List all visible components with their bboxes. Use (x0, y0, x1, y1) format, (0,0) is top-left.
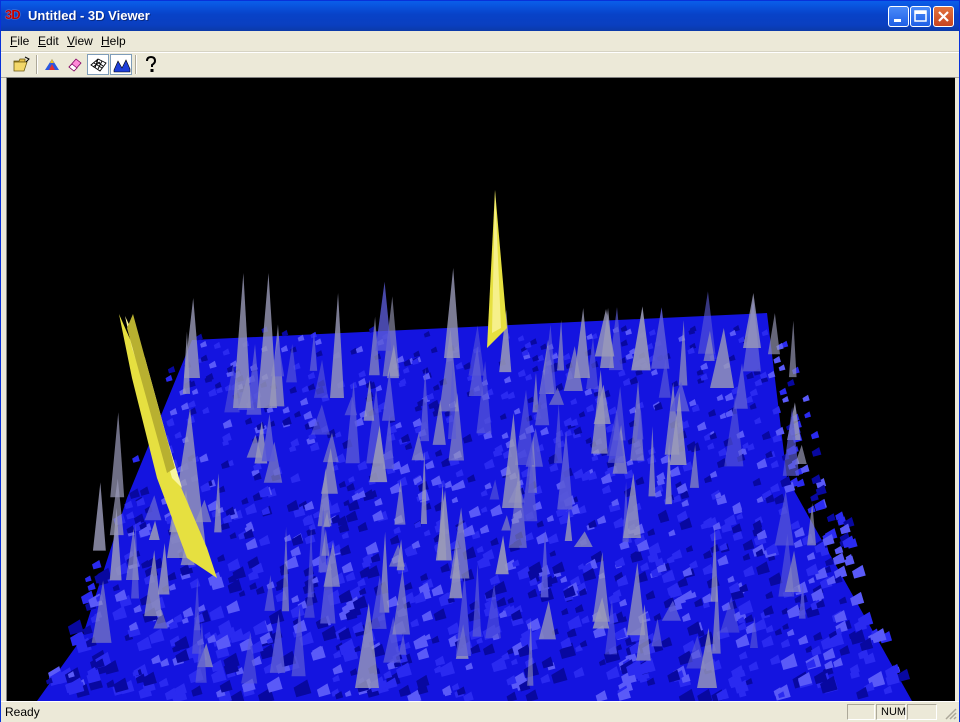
surface-icon (113, 59, 131, 73)
surface-spike (92, 482, 106, 551)
help-button[interactable] (140, 54, 162, 75)
surface-spike (375, 281, 392, 351)
close-button[interactable] (933, 6, 954, 27)
minimize-icon (894, 19, 901, 22)
status-text: Ready (5, 705, 40, 719)
status-bar: Ready NUM (1, 701, 959, 722)
menu-help[interactable]: Help (101, 34, 126, 48)
surface-facet (87, 582, 96, 591)
surface-facet (850, 591, 865, 606)
resize-grip-icon[interactable] (943, 706, 957, 720)
status-panel-num: NUM (876, 704, 906, 720)
close-icon (938, 11, 949, 22)
surface-facet (778, 364, 786, 372)
title-bar[interactable]: 3D Untitled - 3D Viewer (1, 1, 959, 31)
maximize-button[interactable] (910, 6, 931, 27)
menu-file[interactable]: File (10, 34, 29, 48)
status-panel-caps (847, 704, 875, 720)
menu-view[interactable]: View (67, 34, 93, 48)
wireframe-icon (90, 58, 107, 72)
surface-facet (800, 464, 810, 474)
surface-facet (782, 396, 789, 403)
surface-spike (788, 320, 797, 378)
menu-bar: File Edit View Help (1, 31, 959, 52)
surface-facet (165, 374, 173, 382)
surface-button[interactable] (110, 54, 132, 75)
surface-facet (281, 329, 289, 337)
surface-spike (444, 268, 460, 358)
surface-facet (804, 411, 812, 419)
toolbar-separator (135, 55, 137, 74)
surface-facet (811, 447, 822, 457)
color-shading-icon (45, 59, 59, 70)
open-icon (13, 56, 30, 72)
open-button[interactable] (11, 54, 33, 75)
surface-facet (773, 356, 781, 364)
surface-facet (810, 430, 820, 440)
surface-spike (767, 313, 780, 355)
surface-facet (826, 513, 836, 522)
wireframe-button[interactable] (87, 54, 109, 75)
toolbar-separator (36, 55, 38, 74)
surface-facet (167, 365, 176, 374)
surface-spike (110, 412, 125, 498)
surface-facet (84, 575, 92, 583)
surface-facet (802, 394, 810, 402)
window-title: Untitled - 3D Viewer (28, 8, 150, 23)
surface-facet (852, 564, 866, 579)
erase-button[interactable] (64, 54, 86, 75)
3d-viewport[interactable] (6, 77, 955, 701)
menu-edit[interactable]: Edit (38, 34, 59, 48)
surface-facet (195, 333, 203, 341)
minimize-button[interactable] (888, 6, 909, 27)
surface-facet (832, 552, 846, 565)
surface-facet (779, 387, 787, 396)
maximize-icon (914, 10, 927, 22)
status-panel-scroll (907, 704, 937, 720)
color-shading-button[interactable] (41, 54, 63, 75)
app-window: 3D Untitled - 3D Viewer File Edit View H… (0, 0, 960, 722)
surface-plot (37, 190, 912, 701)
toolbar (1, 52, 959, 78)
surface-facet (132, 455, 140, 463)
help-icon (146, 56, 157, 72)
surface-facet (787, 379, 795, 387)
erase-icon (68, 58, 82, 72)
app-icon[interactable]: 3D (5, 7, 25, 25)
surface-facet (92, 559, 102, 570)
